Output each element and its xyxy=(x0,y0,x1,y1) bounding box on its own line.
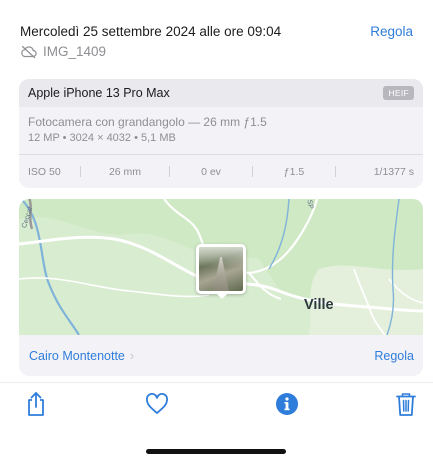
adjust-date-button[interactable]: Regola xyxy=(370,24,413,39)
exif-shutter-speed: 1/1377 s xyxy=(373,165,414,178)
map-place-label: Ville xyxy=(304,297,334,313)
cloud-off-icon xyxy=(20,45,37,58)
location-map[interactable]: Ceccaf SP Ville xyxy=(19,199,423,335)
file-row: IMG_1409 xyxy=(20,44,106,59)
file-name: IMG_1409 xyxy=(43,44,107,59)
location-link[interactable]: Cairo Montenotte › xyxy=(29,348,134,363)
camera-info-card: Apple iPhone 13 Pro Max HEIF Fotocamera … xyxy=(19,79,423,188)
home-indicator[interactable] xyxy=(146,449,286,454)
exif-row: ISO 50 26 mm 0 ev ƒ1.5 1/1377 s xyxy=(19,155,423,188)
info-icon xyxy=(275,392,299,421)
lens-description: Fotocamera con grandangolo — 26 mm ƒ1.5 xyxy=(28,115,267,129)
exif-focal-length: 26 mm xyxy=(108,165,142,178)
share-button[interactable] xyxy=(23,391,49,422)
share-icon xyxy=(25,391,47,422)
camera-card-header: Apple iPhone 13 Pro Max HEIF xyxy=(19,79,423,107)
format-badge: HEIF xyxy=(383,86,414,100)
adjust-location-button[interactable]: Regola xyxy=(374,349,414,363)
delete-button[interactable] xyxy=(393,391,419,422)
heart-icon xyxy=(145,392,169,420)
info-button[interactable] xyxy=(274,392,300,421)
device-name: Apple iPhone 13 Pro Max xyxy=(28,86,170,100)
map-footer: Cairo Montenotte › Regola xyxy=(19,335,423,376)
capture-date: Mercoledì 25 settembre 2024 alle ore 09:… xyxy=(20,24,282,39)
road-label: SP xyxy=(305,199,314,210)
location-name: Cairo Montenotte xyxy=(29,348,125,363)
favorite-button[interactable] xyxy=(144,392,170,420)
trash-icon xyxy=(395,391,417,422)
photo-info-header: Mercoledì 25 settembre 2024 alle ore 09:… xyxy=(20,22,413,66)
bottom-toolbar xyxy=(0,383,433,429)
exif-aperture: ƒ1.5 xyxy=(283,165,305,178)
chevron-right-icon: › xyxy=(129,348,135,363)
location-map-card: Ceccaf SP Ville Cairo Montenotte › Regol… xyxy=(19,199,423,376)
photo-thumbnail xyxy=(199,247,243,291)
pin-pointer xyxy=(216,293,228,299)
exif-exposure: 0 ev xyxy=(201,165,221,178)
exif-iso: ISO 50 xyxy=(28,165,61,178)
image-specs: 12 MP • 3024 × 4032 • 5,1 MB xyxy=(28,132,176,144)
photo-location-pin[interactable] xyxy=(196,244,246,294)
